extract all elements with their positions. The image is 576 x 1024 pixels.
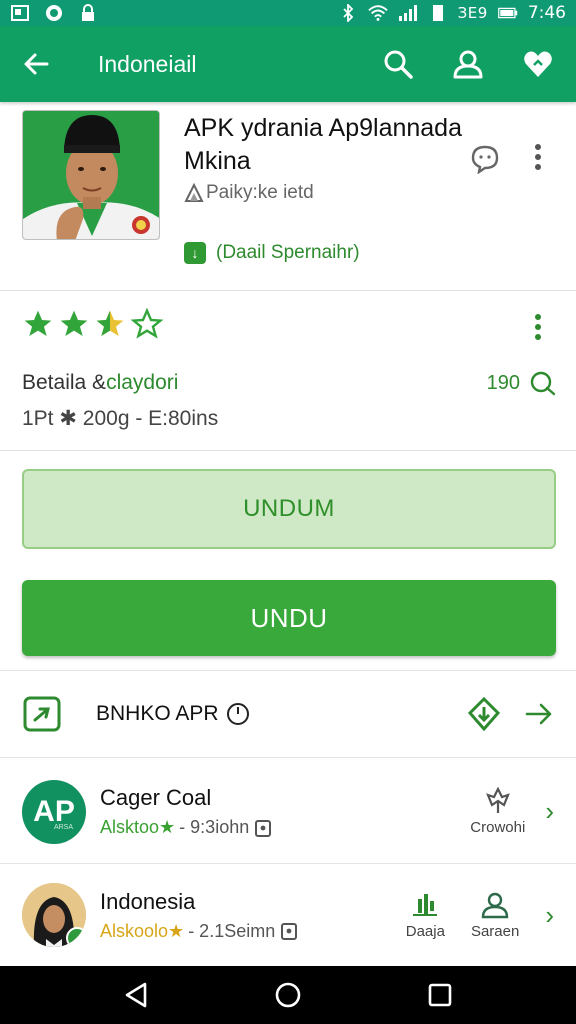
list-item-size: - 9:3iohn (179, 817, 250, 837)
open-app-icon (23, 696, 61, 732)
primary-download-button[interactable]: UNDU (22, 580, 556, 656)
star-full-icon (24, 310, 52, 336)
search-button[interactable] (378, 44, 418, 84)
system-nav-bar (0, 966, 576, 1024)
comment-icon (530, 371, 556, 396)
star-half-icon (96, 310, 124, 336)
more-vert-icon (535, 314, 541, 340)
triangle-back-icon (125, 982, 147, 1008)
install-badge: ↓ (Daail Spernaihr) (184, 242, 360, 264)
list-item-size: - 2.1Seimn (188, 920, 276, 941)
details-link[interactable]: claydori (106, 371, 178, 394)
wifi-icon (367, 4, 388, 22)
crown-action-label: Crowohi (470, 819, 526, 836)
list-item-title: Indonesia (100, 888, 196, 914)
wishlist-button[interactable] (518, 44, 558, 84)
chevron-right-icon[interactable]: › (545, 900, 554, 931)
audio-action-label: Daaja (405, 922, 445, 940)
account-icon (453, 50, 483, 79)
profile-action-label: Saraen (470, 922, 520, 940)
notification-icon (44, 4, 64, 22)
divider (0, 290, 576, 291)
reviews-count[interactable]: 190 (487, 370, 556, 396)
arrow-right-icon[interactable] (524, 701, 554, 727)
nav-home-button[interactable] (268, 975, 308, 1015)
app-logo-subtext: ARSA (53, 823, 73, 831)
profile-action[interactable]: Saraen (471, 891, 519, 940)
download-badge-icon: ↓ (184, 242, 206, 264)
crown-icon (485, 787, 510, 813)
more-vert-icon (535, 144, 541, 170)
install-shield-icon[interactable] (468, 697, 500, 731)
list-item-rating: Alsktoo★ (100, 817, 176, 837)
developer-name[interactable]: Paiky:ke ietd (184, 182, 314, 204)
details-row: Betaila &claydori 190 (22, 370, 556, 396)
rating-stars (22, 308, 164, 340)
star-full-icon (60, 310, 88, 336)
list-item-subtitle: Alsktoo★ - 9:3iohn (100, 817, 273, 838)
feature-label: BNHKO APR (96, 701, 251, 727)
audio-icon (413, 893, 438, 916)
feature-row[interactable]: BNHKO APR (0, 670, 576, 758)
developer-label: Paiky:ke ietd (206, 182, 314, 203)
lock-icon (78, 4, 98, 22)
verified-icon (66, 927, 86, 947)
badge-text: (Daail Spernaihr) (216, 242, 360, 263)
developer-icon (184, 183, 204, 202)
screen: ЗЕ9 7:46 Indoneiail APK ydrania Ap9lanna… (0, 0, 576, 1024)
bluetooth-icon (338, 4, 358, 22)
list-item[interactable]: Indonesia Alskoolo★ - 2.1Seimn Daaja Sar… (0, 866, 576, 964)
rating-more-button[interactable] (532, 312, 544, 347)
status-bar: ЗЕ9 7:46 (0, 0, 576, 26)
chevron-right-icon[interactable]: › (545, 796, 554, 827)
nav-recents-button[interactable] (420, 975, 460, 1015)
feature-label-text: BNHKO APR (96, 702, 219, 725)
square-recents-icon (428, 983, 452, 1007)
app-name: APK ydrania Ap9lannada Mkina (184, 114, 462, 175)
app-icon-image (22, 110, 160, 240)
lock-small-icon (255, 819, 272, 837)
circle-home-icon (275, 982, 301, 1008)
sim-icon (428, 4, 448, 22)
secondary-download-button[interactable]: UNDUM (22, 469, 556, 549)
app-header: APK ydrania Ap9lannada Mkina Paiky:ke ie… (0, 102, 576, 290)
app-logo: AP ARSA (22, 779, 86, 844)
back-arrow-icon (24, 53, 49, 75)
reviews-count-value: 190 (486, 371, 520, 394)
crown-action[interactable]: Crowohi (470, 787, 525, 836)
battery-text: ЗЕ9 (457, 4, 488, 22)
clock: 7:46 (527, 3, 566, 23)
details-label: Betaila &claydori (22, 371, 178, 395)
wishlist-icon (524, 51, 552, 77)
audio-action[interactable]: Daaja (406, 891, 445, 940)
app-bar: Indoneiail (0, 26, 576, 102)
signal-icon (398, 4, 418, 22)
avatar (22, 883, 86, 947)
screenshot-icon (10, 4, 30, 22)
nav-back-button[interactable] (116, 975, 156, 1015)
chat-button[interactable] (470, 144, 500, 179)
search-icon (384, 50, 413, 79)
chat-icon (471, 145, 499, 175)
back-button[interactable] (18, 46, 54, 82)
list-item[interactable]: AP ARSA Cager Coal Alsktoo★ - 9:3iohn Cr… (0, 760, 576, 864)
app-bar-title: Indoneiail (98, 50, 197, 77)
list-item-title: Cager Coal (100, 785, 212, 810)
list-item-rating: Alskoolo★ (100, 920, 185, 941)
star-empty-icon (130, 308, 164, 339)
app-meta: 1Pt ✱ 200g - E:80ins (22, 407, 219, 430)
lock-small-icon (281, 923, 298, 940)
list-item-subtitle: Alskoolo★ - 2.1Seimn (100, 921, 299, 942)
details-prefix: Betaila & (22, 371, 107, 394)
profile-icon (481, 892, 509, 918)
account-button[interactable] (448, 44, 488, 84)
clock-icon (226, 703, 249, 725)
divider (0, 450, 576, 451)
more-options-button[interactable] (532, 142, 544, 177)
battery-icon (497, 4, 518, 22)
